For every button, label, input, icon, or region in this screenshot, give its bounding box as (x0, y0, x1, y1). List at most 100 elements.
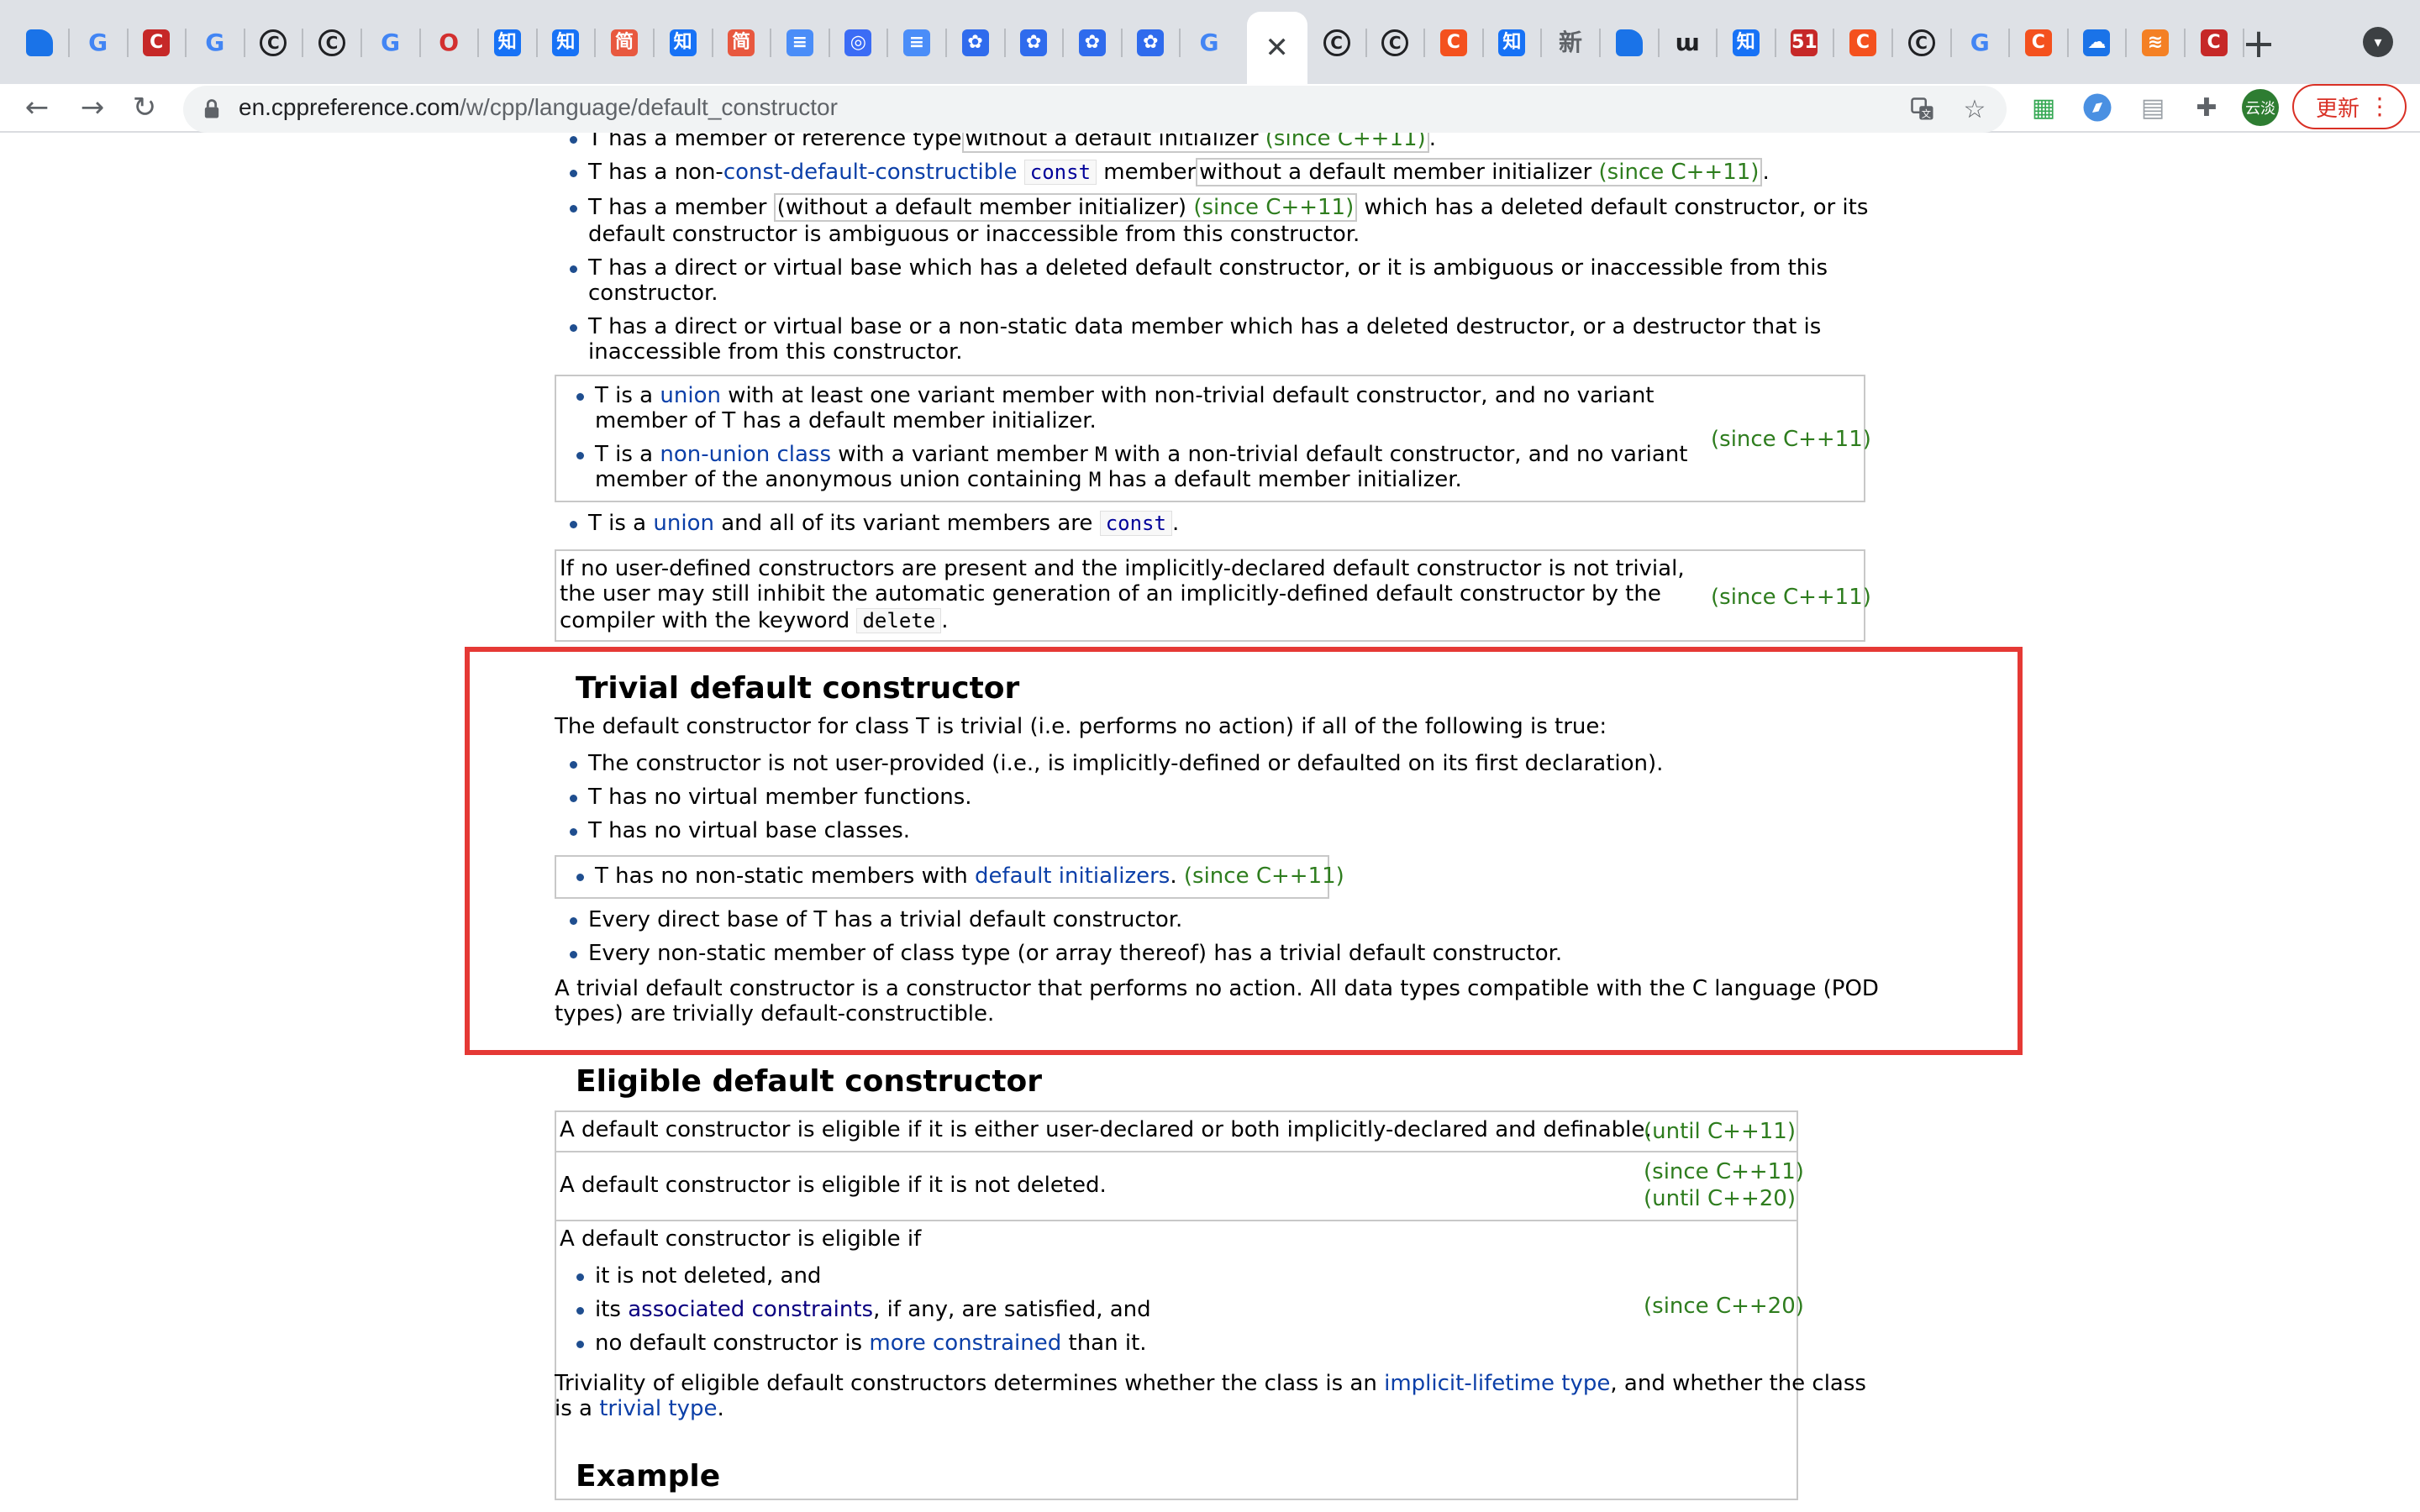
browser-tab[interactable]: 简 (720, 22, 772, 64)
cpp-icon: C (318, 29, 345, 56)
browser-tab[interactable]: C (1316, 22, 1367, 64)
browser-tab[interactable]: 知 (1491, 22, 1543, 64)
browser-tab[interactable]: 知 (662, 22, 713, 64)
table-cell: A default constructor is eligible if (560, 1226, 922, 1252)
browser-tab[interactable]: C (252, 22, 304, 64)
browser-tab[interactable]: ≋ (2134, 22, 2186, 64)
revision-label: (since C++20) (1644, 1294, 1804, 1319)
browser-tab[interactable]: G (1959, 22, 2011, 64)
link-union[interactable]: union (653, 511, 714, 536)
update-button[interactable]: 更新 ⋮ (2292, 84, 2407, 129)
tab-separator (1003, 29, 1006, 57)
link-non-union-class[interactable]: non-union class (660, 442, 831, 467)
tab-separator (1062, 29, 1065, 57)
section-heading-eligible: Eligible default constructor (576, 1064, 1043, 1099)
list-item: T is a union and all of its variant memb… (569, 511, 1180, 536)
doc-icon: ≡ (903, 29, 930, 56)
baidu-icon: ✿ (1020, 29, 1048, 56)
browser-tab[interactable]: ✿ (1129, 22, 1181, 64)
tab-separator (594, 29, 597, 57)
address-bar[interactable]: en.cppreference.com/w/cpp/language/defau… (183, 86, 2007, 133)
browser-tab[interactable]: 简 (603, 22, 655, 64)
browser-tab[interactable]: ✿ (955, 22, 1006, 64)
browser-tab[interactable]: C (311, 22, 362, 64)
sina-icon: 新 (1558, 29, 1582, 56)
opera-icon: O (439, 29, 460, 56)
browser-tab[interactable]: 知 (487, 22, 538, 64)
link-default-initializers[interactable]: default initializers (975, 864, 1170, 889)
browser-tab[interactable]: 知 (1725, 22, 1776, 64)
link-more-constrained[interactable]: more constrained (869, 1331, 1061, 1356)
browser-tab[interactable]: C (2193, 22, 2244, 64)
compass-extension-icon[interactable] (2079, 89, 2116, 126)
table-cell: A default constructor is eligible if it … (560, 1117, 1652, 1142)
browser-tab[interactable] (1608, 22, 1660, 64)
zhihu-icon: 知 (669, 29, 697, 56)
tab-separator (1657, 29, 1660, 57)
browser-tab[interactable]: C (135, 22, 187, 64)
tab-separator (185, 29, 187, 57)
browser-tab[interactable]: G (1188, 22, 1230, 64)
browser-tab[interactable]: 知 (544, 22, 597, 64)
tab-separator (1120, 29, 1123, 57)
tab-separator (243, 29, 245, 57)
list-item: Every direct base of T has a trivial def… (569, 907, 1183, 932)
link-union[interactable]: union (660, 383, 721, 408)
browser-tab[interactable]: O (428, 22, 480, 64)
zhihu-icon: 知 (552, 29, 580, 56)
tab-search-button[interactable]: ▾ (2363, 27, 2393, 57)
zhihu-icon: 知 (493, 29, 521, 56)
browser-tab[interactable]: 新 (1549, 22, 1601, 64)
baidu-icon: ✿ (1137, 29, 1165, 56)
browser-tab[interactable]: ✿ (1013, 22, 1065, 64)
browser-tab[interactable]: ɯ (1666, 22, 1718, 64)
cpp-icon: C (260, 29, 287, 56)
browser-tab[interactable]: ◎ (837, 22, 889, 64)
translate-icon[interactable]: 文 (1906, 92, 1939, 126)
browser-tab[interactable]: G (77, 22, 129, 64)
paragraph-line: Triviality of eligible default construct… (555, 1371, 1866, 1396)
browser-toolbar: ← → ↻ en.cppreference.com/w/cpp/language… (0, 84, 2420, 133)
avatar[interactable]: 云淡 (2242, 89, 2279, 126)
51cto-icon: 51 (1791, 29, 1818, 56)
tab-separator (711, 29, 713, 57)
tab-strip: G C G C C G O 知 知 简 知 简 ≡ ◎ ≡ ✿ ✿ ✿ ✿ G ✕ C C C 知 新 ɯ 知 51 C C G C ☁ ≋ C (0, 0, 2420, 84)
google-icon: G (205, 29, 225, 56)
browser-tab[interactable]: C (1374, 22, 1426, 64)
link-implicit-lifetime-type[interactable]: implicit-lifetime type (1384, 1371, 1610, 1396)
browser-tab[interactable]: C (1842, 22, 1893, 64)
browser-tab[interactable]: ✕ (1246, 12, 1307, 84)
browser-tab[interactable]: G (194, 22, 245, 64)
svg-text:文: 文 (1922, 108, 1931, 119)
bookmark-star-icon[interactable]: ☆ (1958, 92, 1991, 126)
link-associated-constraints[interactable]: associated constraints (628, 1297, 873, 1322)
browser-tab[interactable]: C (1433, 22, 1484, 64)
back-button[interactable]: ← (15, 86, 59, 129)
tab-separator (535, 29, 538, 57)
list-item: T has a direct or virtual base or a non-… (569, 314, 1822, 339)
forward-button[interactable]: → (71, 86, 114, 129)
browser-tab[interactable]: C (2018, 22, 2069, 64)
browser-tab[interactable]: ≡ (779, 22, 830, 64)
paragraph: The default constructor for class T is t… (555, 714, 1607, 739)
browser-tab[interactable]: G (370, 22, 421, 64)
list-item: no default constructor is more constrain… (576, 1331, 1147, 1356)
browser-tab[interactable]: ≡ (896, 22, 947, 64)
menu-dots-icon[interactable]: ⋮ (2368, 92, 2391, 120)
tab-separator (886, 29, 889, 57)
close-icon[interactable]: ✕ (1265, 31, 1289, 65)
browser-tab[interactable]: ☁ (2075, 22, 2128, 64)
browser-tab[interactable]: ✿ (1071, 22, 1123, 64)
link-const-default-constructible[interactable]: const-default-constructible (723, 160, 1018, 185)
extensions-puzzle-icon[interactable]: ✚ (2188, 89, 2225, 126)
browser-tab[interactable]: C (1901, 22, 1952, 64)
new-tab-button[interactable]: + (2235, 20, 2282, 67)
reload-button[interactable]: ↻ (123, 86, 166, 129)
qr-extension-icon[interactable]: ▦ (2025, 89, 2062, 126)
browser-tab[interactable]: 51 (1783, 22, 1835, 64)
tab-separator (1540, 29, 1543, 57)
page-extension-icon[interactable]: ▤ (2134, 89, 2171, 126)
link-trivial-type[interactable]: trivial type (599, 1396, 717, 1421)
browser-tab[interactable] (18, 22, 70, 64)
revision-label: (until C++20) (1644, 1186, 1796, 1211)
